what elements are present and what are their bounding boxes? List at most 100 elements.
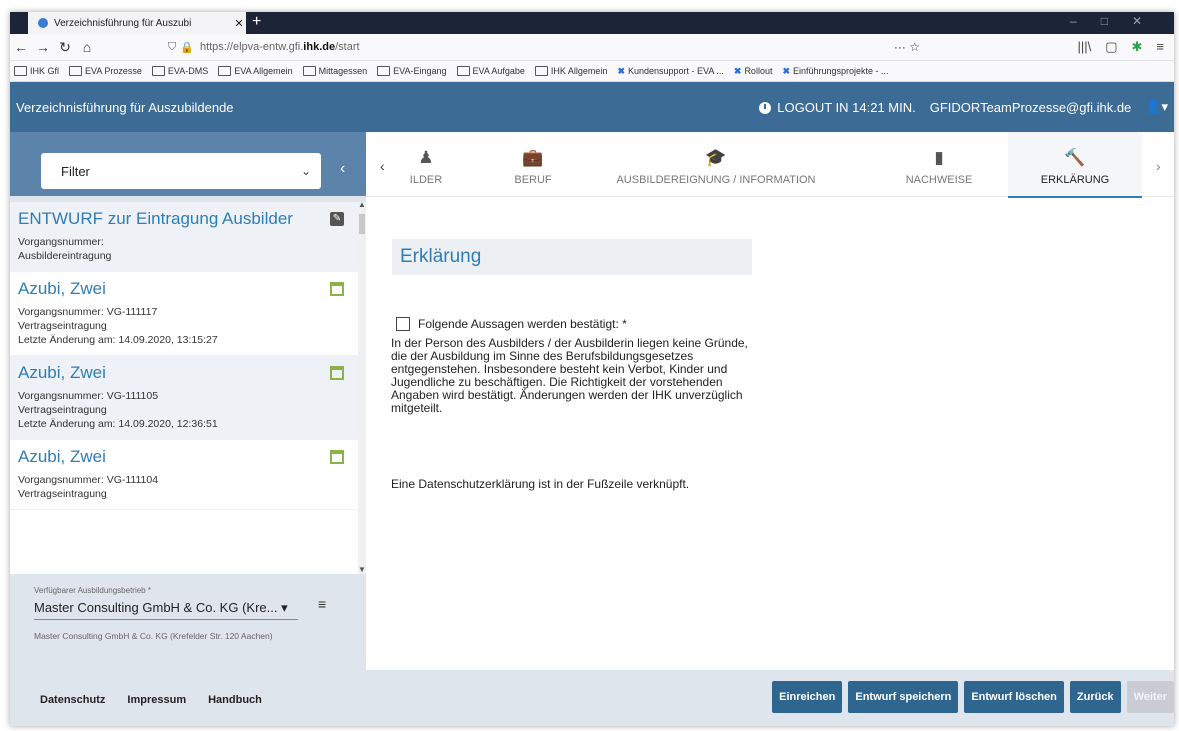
lock-icon: 🔒 — [180, 41, 194, 54]
sidebar: Filter ⌄ ‹ ENTWURF zur Eintragung Ausbil… — [10, 132, 366, 670]
list-item-title: Azubi, Zwei — [18, 363, 106, 382]
library-icon[interactable]: |||\ — [1077, 39, 1091, 55]
new-tab-icon[interactable]: + — [252, 13, 261, 31]
delete-draft-button[interactable]: Entwurf löschen — [964, 681, 1064, 713]
list-item[interactable]: ENTWURF zur Eintragung Ausbilder Vorgang… — [10, 202, 358, 272]
confirm-checkbox[interactable] — [396, 317, 410, 331]
tabs-scroll-left-icon[interactable]: ‹ — [380, 158, 385, 174]
betrieb-panel: Verfügbarer Ausbildungsbetrieb * Master … — [10, 574, 366, 670]
calendar-icon — [330, 282, 344, 296]
reload-icon[interactable]: ↻ — [54, 39, 76, 56]
tab-nachweise[interactable]: ▮ NACHWEISE — [884, 132, 994, 196]
list-scrollbar[interactable]: ▲ ▼ — [358, 200, 366, 574]
extension-icon[interactable]: ✱ — [1132, 39, 1143, 55]
edit-icon[interactable]: ✎ — [330, 212, 344, 226]
bookmark-item[interactable]: ✖ Einführungsprojekte - ... — [782, 66, 888, 77]
back-button[interactable]: Zurück — [1069, 681, 1121, 713]
footer-link-impressum[interactable]: Impressum — [127, 694, 186, 706]
folder-icon — [377, 66, 391, 76]
bookmark-item[interactable]: EVA Prozesse — [69, 66, 142, 76]
section-title: Erklärung — [392, 239, 752, 275]
list-item[interactable]: Azubi, Zwei Vorgangsnummer: VG-111117 Ve… — [10, 272, 358, 356]
bookmark-item[interactable]: EVA Allgemein — [218, 66, 293, 76]
folder-icon — [302, 66, 316, 76]
bookmarks-bar: IHK Gfl EVA Prozesse EVA-DMS EVA Allgeme… — [10, 61, 1174, 82]
browser-tab-strip: Verzeichnisführung für Auszubi ✕ + –□✕ — [10, 12, 1174, 34]
graduation-cap-icon: 🎓 — [705, 148, 727, 167]
bookmark-item[interactable]: EVA-DMS — [151, 66, 208, 76]
bookmark-logo-icon: ✖ — [733, 65, 742, 76]
home-icon[interactable]: ⌂ — [76, 39, 98, 55]
url-prefix: https://elpva-entw.gfi. — [199, 41, 304, 53]
url-domain: ihk.de — [303, 41, 336, 53]
folder-icon — [534, 66, 548, 76]
sidebar-toggle-icon[interactable]: ▢ — [1105, 39, 1117, 55]
hamburger-menu-icon[interactable]: ≡ — [318, 596, 326, 612]
scroll-down-icon[interactable]: ▼ — [358, 565, 366, 574]
bookmark-item[interactable]: EVA-Eingang — [377, 66, 447, 76]
betrieb-label: Verfügbarer Ausbildungsbetrieb * — [34, 586, 151, 595]
confirm-row[interactable]: Folgende Aussagen werden bestätigt: * — [396, 317, 627, 331]
list-item-title: Azubi, Zwei — [18, 447, 106, 466]
person-icon: ♟ — [418, 148, 434, 167]
forward-icon[interactable]: → — [32, 39, 54, 55]
footer-link-handbuch[interactable]: Handbuch — [208, 694, 262, 706]
user-email[interactable]: GFIDORTeamProzesse@gfi.ihk.de — [930, 100, 1132, 115]
tab-beruf[interactable]: 💼 BERUF — [488, 132, 578, 196]
folder-icon — [14, 66, 27, 76]
bookmark-item[interactable]: EVA Aufgabe — [456, 66, 525, 76]
user-menu-icon[interactable]: 👤▾ — [1145, 99, 1168, 115]
main-area: Filter ⌄ ‹ ENTWURF zur Eintragung Ausbil… — [10, 132, 1174, 670]
betrieb-select[interactable]: Master Consulting GmbH & Co. KG (Kre... … — [34, 600, 298, 620]
logout-timer[interactable]: LOGOUT IN 14:21 MIN. — [759, 100, 916, 115]
scroll-up-icon[interactable]: ▲ — [358, 200, 366, 209]
footer-link-datenschutz[interactable]: Datenschutz — [40, 694, 105, 706]
briefcase-icon: 💼 — [522, 148, 544, 167]
bookmark-item[interactable]: IHK Gfl — [14, 66, 59, 76]
filter-bar: Filter ⌄ ‹ — [10, 132, 366, 196]
list-item[interactable]: Azubi, Zwei Vorgangsnummer: VG-111105 Ve… — [10, 356, 358, 440]
content-panel: ‹ ♟ ILDER 💼 BERUF 🎓 AUSBILDEREIGNUNG / I… — [366, 132, 1174, 670]
url-bar: ← → ↻ ⌂ ⛉ 🔒 https://elpva-entw.gfi. ihk.d… — [10, 34, 1174, 61]
app-header: Verzeichnisführung für Auszubildende LOG… — [10, 82, 1174, 132]
bookmark-logo-icon: ✖ — [617, 65, 625, 76]
folder-icon — [218, 66, 232, 76]
toolbar-right: |||\ ▢ ✱ ≡ — [1077, 39, 1174, 55]
submit-button[interactable]: Einreichen — [772, 681, 843, 713]
bookmark-item[interactable]: ✖ Rollout — [734, 66, 773, 77]
list-item-title: ENTWURF zur Eintragung Ausbilder — [18, 209, 293, 228]
window-controls[interactable]: –□✕ — [1070, 14, 1166, 28]
collapse-sidebar-icon[interactable]: ‹ — [340, 160, 345, 178]
shield-icon: ⛉ — [168, 40, 177, 53]
scrollbar-thumb[interactable] — [359, 214, 365, 234]
process-list: ENTWURF zur Eintragung Ausbilder Vorgang… — [10, 202, 358, 574]
bookmark-item[interactable]: IHK Allgemein — [534, 66, 607, 76]
filter-select[interactable]: Filter ⌄ — [41, 153, 321, 189]
tabs-scroll-right-icon[interactable]: › — [1156, 158, 1161, 174]
filter-label: Filter — [61, 163, 90, 179]
tab-ausbilder[interactable]: ♟ ILDER — [396, 132, 456, 196]
save-draft-button[interactable]: Entwurf speichern — [848, 681, 959, 713]
browser-window: Verzeichnisführung für Auszubi ✕ + –□✕ ←… — [10, 12, 1174, 726]
chevron-down-icon: ⌄ — [300, 164, 312, 178]
next-button[interactable]: Weiter — [1126, 681, 1174, 713]
back-icon[interactable]: ← — [10, 39, 32, 55]
bookmark-item[interactable]: Mittagessen — [302, 66, 367, 76]
bookmark-item[interactable]: ✖ Kundensupport - EVA ... — [617, 66, 723, 77]
declaration-text: In der Person des Ausbilders / der Ausbi… — [391, 336, 748, 415]
folder-icon — [456, 66, 470, 76]
folder-icon — [151, 66, 165, 76]
step-tabs: ‹ ♟ ILDER 💼 BERUF 🎓 AUSBILDEREIGNUNG / I… — [366, 132, 1174, 198]
menu-icon[interactable]: ≡ — [1156, 39, 1164, 55]
calendar-icon — [330, 450, 344, 464]
folder-icon — [69, 66, 83, 76]
close-tab-icon[interactable]: ✕ — [232, 17, 246, 30]
browser-tab[interactable]: Verzeichnisführung für Auszubi ✕ — [28, 12, 246, 34]
page-actions-icon[interactable]: ··· ☆ — [894, 40, 928, 54]
confirm-label: Folgende Aussagen werden bestätigt: * — [418, 317, 627, 331]
tab-ausbildereignung[interactable]: 🎓 AUSBILDEREIGNUNG / INFORMATION — [596, 132, 836, 196]
tab-erklaerung[interactable]: 🔨 ERKLÄRUNG — [1008, 132, 1142, 198]
list-item[interactable]: Azubi, Zwei Vorgangsnummer: VG-111104 Ve… — [10, 440, 358, 510]
gavel-icon: 🔨 — [1064, 148, 1086, 167]
address-field[interactable]: ⛉ 🔒 https://elpva-entw.gfi. ihk.de/start … — [168, 37, 928, 57]
